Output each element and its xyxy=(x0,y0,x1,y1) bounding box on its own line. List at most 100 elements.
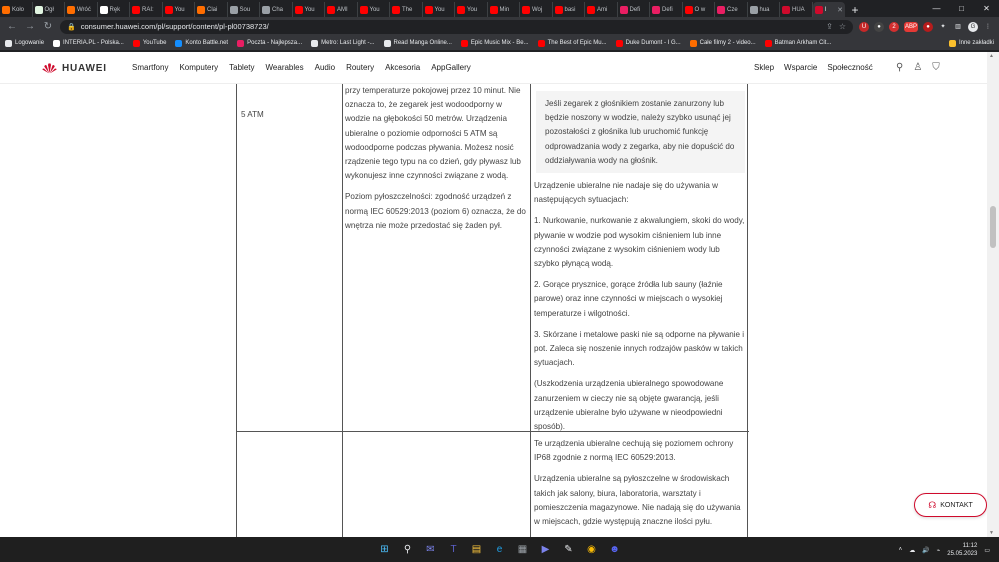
bookmark-item[interactable]: Read Manga Online... xyxy=(383,39,452,47)
bookmark-item[interactable]: Epic Music Mix - Be... xyxy=(460,39,529,47)
secondary-menu-item[interactable]: Sklep xyxy=(754,63,774,72)
browser-tab[interactable]: HUA xyxy=(780,2,813,17)
browser-tab[interactable]: You xyxy=(423,2,455,17)
menu-item[interactable]: AppGallery xyxy=(431,63,471,72)
tab-favicon-icon xyxy=(424,5,433,14)
menu-item[interactable]: Smartfony xyxy=(132,63,168,72)
scroll-down-arrow[interactable]: ▼ xyxy=(989,530,994,536)
bookmark-item[interactable]: YouTube xyxy=(132,39,166,47)
chrome-icon[interactable]: ◉ xyxy=(585,543,598,556)
browser-tab[interactable]: Ogł xyxy=(33,2,65,17)
media-player-icon[interactable]: ▶ xyxy=(539,543,552,556)
discord-icon[interactable]: ☻ xyxy=(608,543,621,556)
menu-item[interactable]: Tablety xyxy=(229,63,254,72)
puzzle-icon[interactable]: ✦ xyxy=(938,22,948,32)
close-window-button[interactable]: ✕ xyxy=(974,0,999,17)
search-icon[interactable]: ⚲ xyxy=(896,62,903,73)
abp-icon[interactable]: ABP xyxy=(904,21,918,32)
share-icon[interactable]: ⇪ xyxy=(826,22,833,31)
tab-favicon-icon xyxy=(327,5,335,14)
browser-tab[interactable]: Defi xyxy=(618,2,650,17)
notification-icon[interactable]: ▭ xyxy=(984,547,990,554)
tool-icon[interactable]: ✎ xyxy=(562,543,575,556)
chevron-up-icon[interactable]: ˄ xyxy=(899,547,903,553)
browser-tab[interactable]: AMI xyxy=(325,2,358,17)
minimize-button[interactable]: — xyxy=(924,0,949,17)
headset-icon: ☊ xyxy=(928,499,937,510)
menu-icon[interactable]: ⋮ xyxy=(983,22,993,32)
scroll-thumb[interactable] xyxy=(990,206,996,248)
browser-tab[interactable]: Clai xyxy=(195,2,228,17)
bookmark-item[interactable]: Poczta - Najlepsza... xyxy=(237,39,302,47)
browser-tab[interactable]: O w xyxy=(683,2,715,17)
ublock-icon[interactable]: U xyxy=(859,21,869,32)
bookmark-item[interactable]: INTERIA.PL - Polska... xyxy=(53,39,124,47)
browser-tab[interactable]: Sou xyxy=(228,2,260,17)
browser-tab[interactable]: hua xyxy=(748,2,780,17)
scroll-up-arrow[interactable]: ▲ xyxy=(989,53,994,59)
extension-badge-icon[interactable]: 2 xyxy=(889,21,899,32)
browser-tab[interactable]: basi xyxy=(553,2,585,17)
maximize-button[interactable]: □ xyxy=(949,0,974,17)
secondary-menu-item[interactable]: Społeczność xyxy=(827,63,872,72)
network-icon[interactable]: ⌁ xyxy=(937,547,941,554)
menu-item[interactable]: Akcesoria xyxy=(385,63,420,72)
extension-icon[interactable]: ● xyxy=(874,21,884,32)
volume-icon[interactable]: 🔊 xyxy=(922,547,929,554)
menu-item[interactable]: Audio xyxy=(315,63,335,72)
browser-tab[interactable]: Koło xyxy=(0,2,33,17)
cloud-icon[interactable]: ☁ xyxy=(909,547,915,554)
browser-tab[interactable]: Ami xyxy=(585,2,618,17)
back-button[interactable]: ← xyxy=(6,21,18,32)
cart-icon[interactable]: ⛉ xyxy=(932,62,940,73)
bookmark-item[interactable]: Całe filmy 2 - video... xyxy=(689,39,756,47)
teams-icon[interactable]: T xyxy=(447,543,460,556)
page-scrollbar[interactable]: ▲ ▼ xyxy=(987,52,999,537)
browser-tab[interactable]: Defi xyxy=(650,2,683,17)
browser-tab[interactable]: Min xyxy=(488,2,520,17)
profile-avatar[interactable]: G xyxy=(968,21,978,32)
new-tab-button[interactable]: + xyxy=(845,2,865,17)
edge-icon[interactable]: e xyxy=(493,543,506,556)
other-bookmarks[interactable]: Inne zakładki xyxy=(948,39,994,47)
bookmark-item[interactable]: Konto Battle.net xyxy=(175,39,228,47)
browser-tab[interactable]: You xyxy=(358,2,390,17)
chat-icon[interactable]: ✉ xyxy=(424,543,437,556)
browser-tab[interactable]: You xyxy=(163,2,195,17)
contact-button[interactable]: ☊ KONTAKT xyxy=(914,493,987,517)
huawei-logo[interactable]: HUAWEI xyxy=(42,62,107,74)
star-icon[interactable]: ☆ xyxy=(839,22,846,31)
close-tab-icon[interactable]: ✕ xyxy=(837,6,843,14)
extension-red-icon[interactable]: ● xyxy=(923,21,933,32)
store-icon[interactable]: ▦ xyxy=(516,543,529,556)
browser-tab[interactable]: Woj xyxy=(520,2,553,17)
menu-item[interactable]: Routery xyxy=(346,63,374,72)
address-bar[interactable]: 🔒 consumer.huawei.com/pl/support/content… xyxy=(60,19,853,34)
windows-start-icon[interactable]: ⊞ xyxy=(378,543,391,556)
browser-tab[interactable]: The xyxy=(390,2,423,17)
bookmark-item[interactable]: Duke Dumont - I G... xyxy=(615,39,681,47)
forward-button[interactable]: → xyxy=(24,21,36,32)
bookmark-item[interactable]: Batman Arkham Cit... xyxy=(764,39,831,47)
menu-item[interactable]: Wearables xyxy=(266,63,304,72)
browser-tab[interactable]: Cze xyxy=(715,2,748,17)
browser-tab[interactable]: I ✕ xyxy=(812,2,845,17)
user-icon[interactable]: ♙ xyxy=(913,62,922,73)
browser-tab[interactable]: Cha xyxy=(260,2,293,17)
search-icon[interactable]: ⚲ xyxy=(401,543,414,556)
clock[interactable]: 11:12 25.05.2023 xyxy=(947,542,977,558)
browser-tab[interactable]: You xyxy=(455,2,488,17)
reload-button[interactable]: ↻ xyxy=(42,21,54,32)
browser-tab[interactable]: Wróć xyxy=(65,2,98,17)
browser-tab[interactable]: RAI: xyxy=(130,2,163,17)
secondary-menu-item[interactable]: Wsparcie xyxy=(784,63,817,72)
bookmark-item[interactable]: The Best of Epic Mu... xyxy=(537,39,607,47)
tab-label: You xyxy=(304,6,315,13)
browser-tab[interactable]: You xyxy=(293,2,325,17)
bookmark-item[interactable]: Metro: Last Light -... xyxy=(311,39,375,47)
explorer-icon[interactable]: ▤ xyxy=(470,543,483,556)
sidepanel-icon[interactable]: ▥ xyxy=(953,22,963,32)
browser-tab[interactable]: Ręk xyxy=(98,2,130,17)
menu-item[interactable]: Komputery xyxy=(179,63,218,72)
bookmark-item[interactable]: Logowanie xyxy=(5,39,44,47)
